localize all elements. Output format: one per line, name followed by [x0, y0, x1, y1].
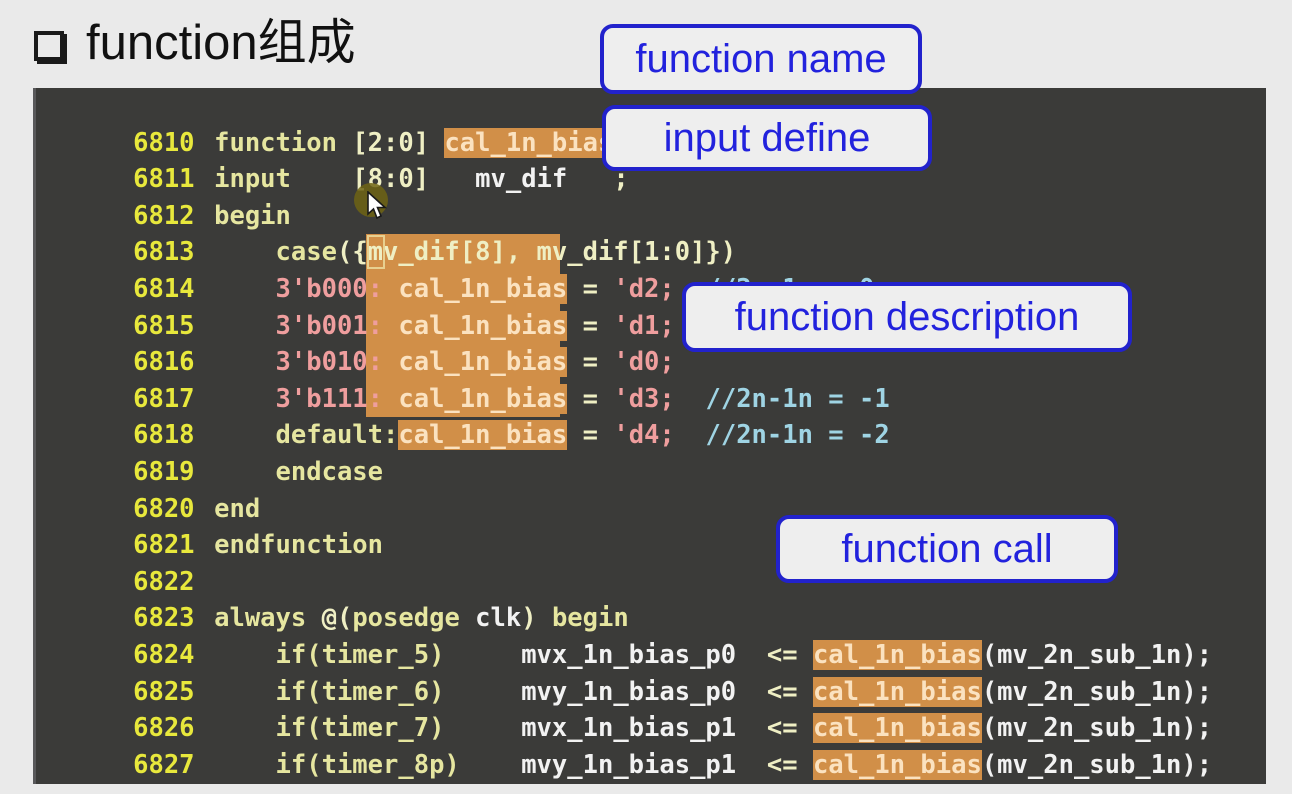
page-title-text: function组成 — [86, 15, 356, 70]
code-line[interactable]: 6818 default:cal_1n_bias = 'd4; //2n-1n … — [36, 381, 1266, 451]
page-title: function组成 — [34, 2, 356, 84]
callout-input-define: input define — [602, 105, 932, 171]
line-number: 6828 — [128, 783, 214, 784]
code-line[interactable]: 6827 if(timer_8p) mvy_1n_bias_p1 <= cal_… — [36, 710, 1266, 780]
code-line[interactable]: 6814 3'b000: cal_1n_bias = 'd2; //2n-1n … — [36, 234, 1266, 304]
code-line[interactable]: 6828end — [36, 747, 1266, 784]
code-lines: 6810function [2:0] cal_1n_bias; 6811inpu… — [36, 88, 1266, 783]
code-line[interactable]: 6819 endcase — [36, 417, 1266, 487]
hollow-square-bullet-icon — [34, 31, 64, 61]
code-line[interactable]: 6826 if(timer_7) mvx_1n_bias_p1 <= cal_1… — [36, 674, 1266, 744]
code-line[interactable]: 6825 if(timer_6) mvy_1n_bias_p0 <= cal_1… — [36, 637, 1266, 707]
code-editor-panel[interactable]: 6810function [2:0] cal_1n_bias; 6811inpu… — [33, 88, 1266, 784]
callout-function-call: function call — [776, 515, 1118, 583]
callout-function-name-label: function name — [635, 36, 887, 81]
mouse-pointer-icon — [367, 191, 388, 220]
callout-function-call-label: function call — [841, 526, 1053, 571]
text-cursor-box — [367, 235, 385, 269]
callout-function-description-label: function description — [734, 294, 1080, 339]
callout-function-name: function name — [600, 24, 922, 94]
callout-input-define-label: input define — [663, 115, 871, 160]
code-line[interactable]: 6820 end — [36, 454, 1266, 524]
code-line[interactable]: 6824 if(timer_5) mvx_1n_bias_p0 <= cal_1… — [36, 600, 1266, 670]
code-line[interactable]: 6813 case({mv_dif[8], mv_dif[1:0]}) — [36, 198, 1266, 267]
callout-function-description: function description — [682, 282, 1132, 352]
